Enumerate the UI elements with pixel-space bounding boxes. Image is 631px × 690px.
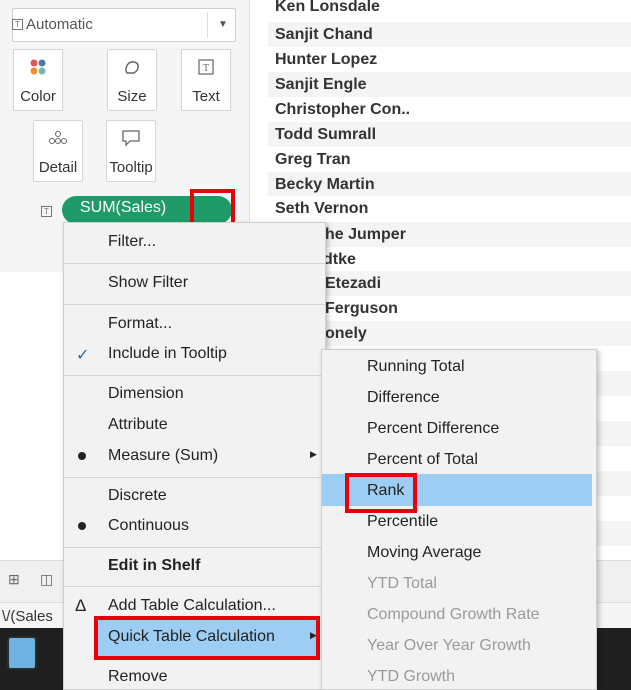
submenu-item-running-total[interactable]: Running Total: [367, 358, 465, 376]
selected-bullet-icon: [78, 522, 86, 530]
menu-separator: [64, 586, 325, 587]
chevron-down-icon[interactable]: ▼: [218, 19, 228, 30]
menu-item-edit-in-shelf[interactable]: Edit in Shelf: [108, 557, 200, 575]
list-item: Seth Vernon: [268, 196, 631, 221]
menu-item-discrete[interactable]: Discrete: [108, 487, 167, 505]
mark-type-label: Automatic: [26, 16, 93, 33]
size-label: Size: [117, 88, 147, 105]
text-icon: T: [41, 206, 52, 217]
text-button[interactable]: T Text: [181, 49, 231, 111]
rank-highlight-box: [345, 473, 417, 513]
color-label: Color: [20, 88, 56, 105]
detail-label: Detail: [38, 159, 78, 176]
tooltip-label: Tooltip: [109, 159, 153, 176]
submenu-item-compound-growth-rate: Compound Growth Rate: [367, 606, 540, 623]
tooltip-button[interactable]: Tooltip: [106, 120, 156, 182]
checkmark-icon: ✓: [76, 347, 90, 364]
submenu-item-percent-difference[interactable]: Percent Difference: [367, 420, 499, 438]
notepad-app-icon[interactable]: [7, 636, 37, 670]
list-item: Todd Sumrall: [268, 122, 631, 147]
submenu-item-yoy-growth: Year Over Year Growth: [367, 637, 531, 654]
menu-item-filter[interactable]: Filter...: [108, 233, 156, 251]
menu-item-measure[interactable]: Measure (Sum): [108, 447, 218, 465]
list-item: Ken Lonsdale: [268, 0, 631, 19]
submenu-arrow-icon: ▶: [310, 449, 317, 459]
menu-separator: [64, 375, 325, 376]
size-button[interactable]: Size: [107, 49, 157, 111]
status-label: \/(Sales: [2, 608, 53, 625]
color-dots-icon: [14, 58, 62, 80]
menu-separator: [64, 263, 325, 264]
delta-icon: Δ: [75, 596, 87, 615]
submenu-item-moving-average[interactable]: Moving Average: [367, 544, 481, 562]
submenu-item-ytd-total: YTD Total: [367, 575, 437, 592]
size-icon: [108, 58, 156, 80]
submenu-item-percentile[interactable]: Percentile: [367, 513, 438, 531]
new-dashboard-icon[interactable]: ⊞: [8, 571, 20, 588]
detail-button[interactable]: Detail: [33, 120, 83, 182]
list-item: Sanjit Chand: [268, 22, 631, 47]
list-item: Becky Martin: [268, 172, 631, 197]
pill-label: SUM(Sales): [80, 199, 167, 216]
color-button[interactable]: Color: [13, 49, 63, 111]
selected-bullet-icon: [78, 452, 86, 460]
submenu-item-ytd-growth: YTD Growth: [367, 668, 456, 685]
dropdown-divider: [207, 12, 208, 38]
detail-icon: [34, 129, 82, 151]
menu-separator: [64, 547, 325, 548]
list-item: Hunter Lopez: [268, 47, 631, 72]
menu-item-include-in-tooltip[interactable]: Include in Tooltip: [108, 345, 227, 363]
menu-item-show-filter[interactable]: Show Filter: [108, 274, 188, 292]
menu-item-add-table-calculation[interactable]: Add Table Calculation...: [108, 597, 276, 615]
list-item: Sanjit Engle: [268, 72, 631, 97]
list-item: Greg Tran: [268, 147, 631, 172]
text-icon: T: [182, 58, 230, 80]
menu-item-format[interactable]: Format...: [108, 315, 172, 333]
menu-item-attribute[interactable]: Attribute: [108, 416, 168, 434]
menu-item-dimension[interactable]: Dimension: [108, 385, 184, 403]
new-story-icon[interactable]: ◫: [40, 571, 53, 588]
tooltip-icon: [107, 129, 155, 151]
text-icon: T: [12, 19, 23, 30]
list-item: Christopher Con..: [268, 97, 631, 122]
menu-separator: [64, 477, 325, 478]
submenu-item-percent-of-total[interactable]: Percent of Total: [367, 451, 478, 469]
menu-item-continuous[interactable]: Continuous: [108, 517, 189, 535]
quick-table-calc-highlight-box: [94, 616, 320, 660]
text-label: Text: [192, 88, 220, 105]
submenu-item-difference[interactable]: Difference: [367, 389, 440, 407]
menu-separator: [64, 304, 325, 305]
svg-text:T: T: [203, 63, 209, 74]
menu-item-remove[interactable]: Remove: [108, 668, 168, 686]
